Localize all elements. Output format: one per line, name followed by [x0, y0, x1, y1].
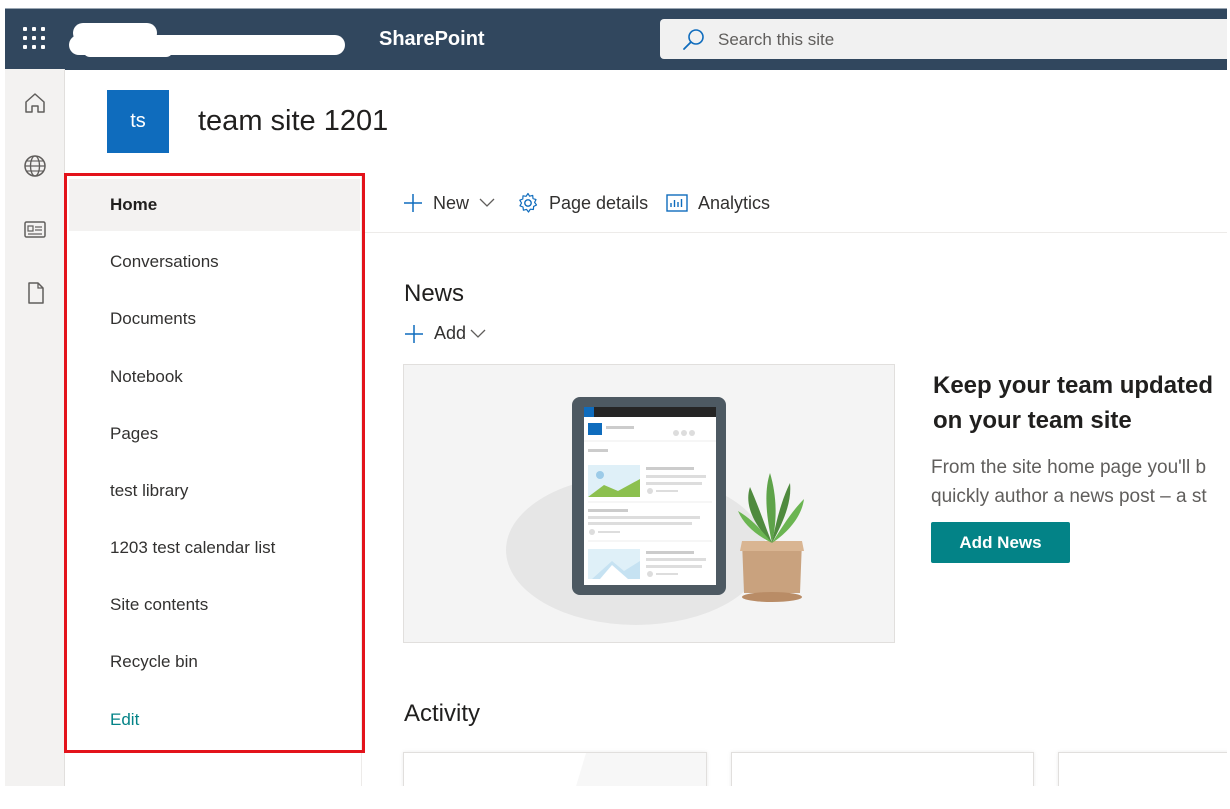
gear-icon: [519, 192, 538, 213]
nav-item-site-contents[interactable]: Site contents: [69, 579, 360, 631]
search-input[interactable]: [716, 28, 1170, 52]
activity-section-title: Activity: [404, 700, 481, 727]
analytics-button[interactable]: Analytics: [666, 191, 770, 215]
nav-item-pages[interactable]: Pages: [69, 408, 360, 460]
document-icon[interactable]: [21, 279, 49, 307]
site-logo-text: ts: [130, 110, 146, 132]
plus-icon: [405, 324, 423, 343]
news-add-label: Add: [434, 323, 467, 343]
search-box[interactable]: [660, 19, 1230, 59]
nav-item-documents[interactable]: Documents: [69, 293, 360, 345]
news-promo-body-line2: quickly author a news post – a st: [931, 486, 1207, 507]
globe-icon[interactable]: [21, 152, 49, 180]
search-icon: [683, 29, 704, 50]
new-label: New: [433, 192, 470, 213]
plus-icon: [404, 194, 422, 212]
news-promo-heading-line1: Keep your team updated: [933, 372, 1214, 399]
nav-edit-link[interactable]: Edit: [69, 694, 360, 746]
news-add-button[interactable]: Add: [404, 323, 486, 344]
news-promo-body: From the site home page you'll b quickly…: [931, 453, 1230, 511]
page-details-button[interactable]: Page details: [517, 191, 648, 215]
app-name[interactable]: SharePoint: [379, 28, 485, 51]
new-button[interactable]: New: [403, 191, 495, 215]
news-promo-heading-line2: on your team site: [933, 407, 1132, 434]
nav-item-calendar-list[interactable]: 1203 test calendar list: [69, 522, 360, 574]
nav-item-home[interactable]: Home: [69, 179, 360, 231]
analytics-label: Analytics: [698, 192, 771, 213]
analytics-icon: [666, 194, 688, 212]
news-promo-body-line1: From the site home page you'll b: [931, 457, 1207, 478]
chevron-down-icon: [479, 198, 495, 207]
site-title[interactable]: team site 1201: [198, 105, 388, 138]
redacted-tenant-name: [69, 23, 349, 57]
nav-item-test-library[interactable]: test library: [69, 465, 360, 517]
news-promo-heading: Keep your team updated on your team site: [933, 368, 1230, 438]
news-section-title: News: [404, 280, 465, 307]
bottom-margin: [0, 786, 1230, 809]
app-launcher-icon[interactable]: [23, 27, 45, 49]
nav-item-conversations[interactable]: Conversations: [69, 236, 360, 288]
command-bar: New Page details Analytics: [361, 175, 1227, 233]
site-logo[interactable]: ts: [107, 90, 169, 153]
nav-item-notebook[interactable]: Notebook: [69, 351, 360, 403]
chevron-down-icon: [470, 329, 486, 338]
add-news-button[interactable]: Add News: [931, 522, 1070, 563]
news-illustration: [403, 364, 895, 643]
suite-bar: SharePoint: [5, 8, 1230, 70]
app-bar: [5, 69, 65, 786]
page-details-label: Page details: [549, 192, 649, 213]
nav-item-recycle-bin[interactable]: Recycle bin: [69, 636, 360, 688]
home-icon[interactable]: [21, 89, 49, 117]
news-icon[interactable]: [21, 215, 49, 243]
left-navigation: Home Conversations Documents Notebook Pa…: [65, 175, 362, 786]
